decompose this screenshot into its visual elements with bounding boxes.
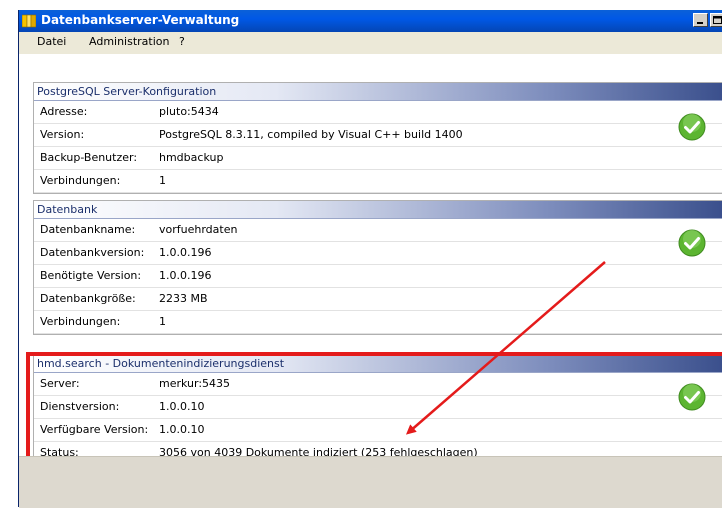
menu-datei[interactable]: Datei xyxy=(37,35,66,48)
content-area: PostgreSQL Server-Konfiguration Adresse:… xyxy=(19,54,722,475)
database-server-icon xyxy=(22,14,36,28)
maximize-icon xyxy=(713,16,722,24)
minimize-button[interactable] xyxy=(693,13,708,27)
window-controls xyxy=(693,13,722,27)
app-window: Datenbankserver-Verwaltung Datei Adminis… xyxy=(18,10,722,508)
minimize-icon xyxy=(697,22,703,24)
annotation-arrow xyxy=(405,261,606,435)
window-title: Datenbankserver-Verwaltung xyxy=(41,13,240,27)
maximize-button[interactable] xyxy=(710,13,722,27)
menu-bar: Datei Administration ? xyxy=(19,32,722,52)
status-footer xyxy=(19,456,722,508)
menu-help[interactable]: ? xyxy=(179,35,185,48)
title-bar[interactable]: Datenbankserver-Verwaltung xyxy=(19,10,722,32)
menu-administration[interactable]: Administration xyxy=(89,35,170,48)
